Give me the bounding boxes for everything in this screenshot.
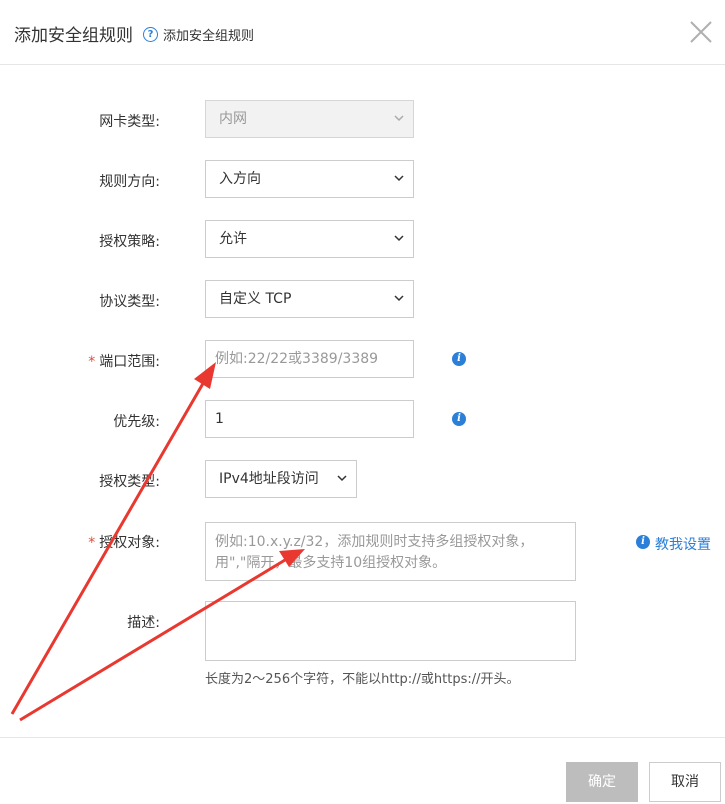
nic-type-value: 内网 [219,111,247,127]
teach-me-link[interactable]: 教我设置 [655,534,711,554]
policy-label: 授权策略: [99,234,160,250]
info-icon[interactable]: i [452,352,466,366]
description-label: 描述: [127,615,160,631]
auth-object-label: * 授权对象: [80,532,160,552]
direction-label: 规则方向: [99,174,160,190]
chevron-down-icon [394,115,404,122]
description-textarea[interactable] [205,601,576,661]
help-text[interactable]: 添加安全组规则 [163,25,254,44]
auth-type-select[interactable]: IPv4地址段访问 [205,460,357,498]
auth-object-placeholder-line2: 用","隔开，最多支持10组授权对象。 [215,555,447,571]
dialog-title: 添加安全组规则 [14,26,133,46]
auth-type-label: 授权类型: [99,474,160,490]
port-range-placeholder: 例如:22/22或3389/3389 [215,351,379,367]
chevron-down-icon [394,175,404,182]
chevron-down-icon [394,235,404,242]
description-hint: 长度为2～256个字符，不能以http://或https://开头。 [205,672,520,687]
auth-object-label-text: 授权对象: [99,535,160,551]
policy-select[interactable]: 允许 [205,220,414,258]
protocol-label: 协议类型: [99,294,160,310]
cancel-button[interactable]: 取消 [649,762,721,802]
nic-type-label: 网卡类型: [99,114,160,130]
info-icon[interactable]: i [452,412,466,426]
required-mark: * [88,354,96,370]
nic-type-select: 内网 [205,100,414,138]
question-circle-icon[interactable]: ? [143,27,158,42]
auth-type-value: IPv4地址段访问 [219,471,319,487]
protocol-value: 自定义 TCP [219,291,292,307]
protocol-select[interactable]: 自定义 TCP [205,280,414,318]
chevron-down-icon [394,295,404,302]
auth-object-textarea[interactable]: 例如:10.x.y.z/32，添加规则时支持多组授权对象， 用","隔开，最多支… [205,522,576,581]
required-mark: * [88,535,96,551]
port-range-label-text: 端口范围: [99,354,160,370]
port-range-label: * 端口范围: [80,351,160,371]
close-icon[interactable] [687,18,715,46]
direction-select[interactable]: 入方向 [205,160,414,198]
help-link[interactable]: ? 添加安全组规则 [143,25,254,44]
policy-value: 允许 [219,231,247,247]
direction-value: 入方向 [219,171,261,187]
dialog-header: 添加安全组规则 ? 添加安全组规则 [0,0,725,65]
priority-value: 1 [215,411,224,427]
confirm-button[interactable]: 确定 [566,762,638,802]
info-icon[interactable]: i [636,535,650,549]
priority-input[interactable]: 1 [205,400,414,438]
auth-object-placeholder-line1: 例如:10.x.y.z/32，添加规则时支持多组授权对象， [215,534,534,550]
port-range-input[interactable]: 例如:22/22或3389/3389 [205,340,414,378]
priority-label: 优先级: [113,414,160,430]
chevron-down-icon [337,475,347,482]
